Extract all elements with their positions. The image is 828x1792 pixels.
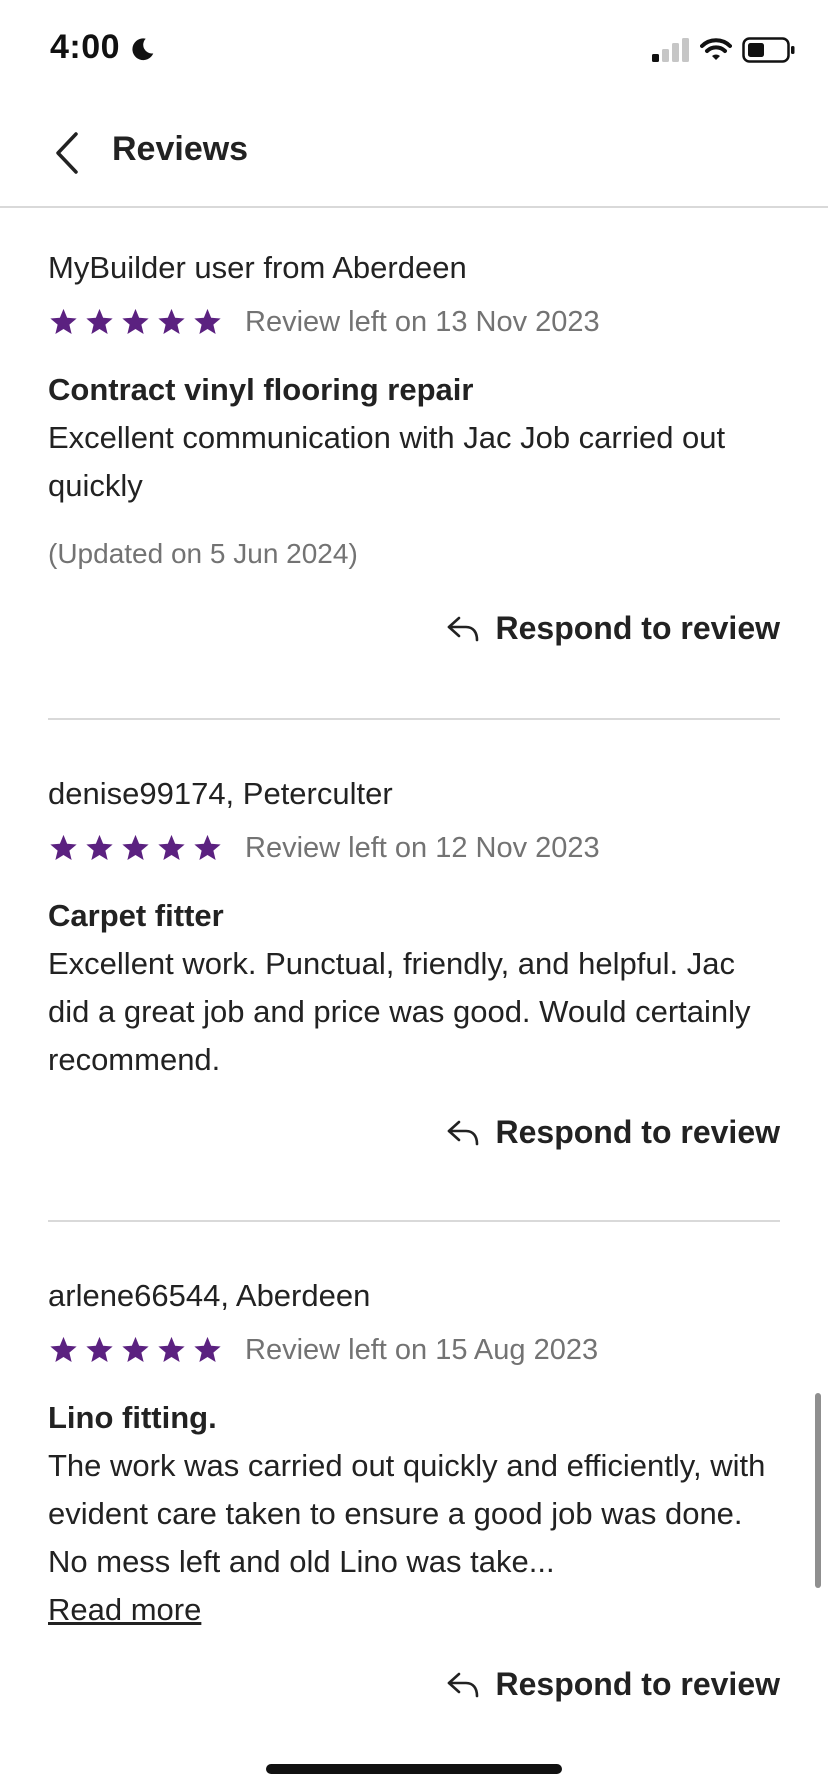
- header: Reviews: [0, 100, 828, 208]
- reviewer-name: denise99174, Peterculter: [48, 776, 393, 811]
- review-card: denise99174, Peterculter Review left on …: [48, 774, 780, 1164]
- star-icon: [50, 1336, 77, 1362]
- review-text: The work was carried out quickly and eff…: [48, 1448, 766, 1579]
- signal-icon: [652, 38, 690, 67]
- star-icon: [50, 834, 77, 860]
- rating-row: Review left on 13 Nov 2023: [48, 302, 780, 342]
- respond-to-review-button[interactable]: Respond to review: [446, 1666, 781, 1703]
- star-rating: [48, 1335, 223, 1365]
- star-icon: [158, 308, 185, 334]
- reply-icon: [447, 616, 478, 641]
- respond-label: Respond to review: [495, 610, 781, 646]
- star-icon: [86, 308, 113, 334]
- divider: [48, 1220, 780, 1222]
- review-text: Excellent work. Punctual, friendly, and …: [48, 946, 751, 1077]
- moon-icon: [130, 36, 156, 67]
- divider: [48, 718, 780, 720]
- review-card: arlene66544, Aberdeen Review left on 15 …: [48, 1276, 780, 1716]
- star-icon: [194, 308, 221, 334]
- star-icon: [86, 1336, 113, 1362]
- star-icon: [158, 834, 185, 860]
- chevron-left-icon: [56, 132, 78, 174]
- respond-to-review-button[interactable]: Respond to review: [446, 1114, 781, 1151]
- reply-icon: [447, 1672, 478, 1697]
- scrollbar[interactable]: [815, 1393, 821, 1588]
- respond-row: Respond to review: [48, 1666, 780, 1716]
- respond-label: Respond to review: [495, 1666, 781, 1702]
- star-icon: [86, 834, 113, 860]
- review-date: Review left on 15 Aug 2023: [245, 1333, 599, 1366]
- star-icon: [158, 1336, 185, 1362]
- star-icon: [194, 1336, 221, 1362]
- job-title: Lino fitting.: [48, 1400, 217, 1435]
- respond-row: Respond to review: [48, 1114, 780, 1164]
- star-icon: [194, 834, 221, 860]
- reviewer-name: arlene66544, Aberdeen: [48, 1278, 371, 1313]
- star-rating: [48, 833, 223, 863]
- review-card: MyBuilder user from Aberdeen Review left…: [48, 248, 780, 660]
- home-indicator[interactable]: [266, 1764, 562, 1774]
- reviewer-name: MyBuilder user from Aberdeen: [48, 250, 467, 285]
- star-icon: [122, 308, 149, 334]
- status-bar: 4:00: [0, 0, 828, 100]
- star-icon: [122, 1336, 149, 1362]
- job-title: Carpet fitter: [48, 898, 224, 933]
- star-icon: [50, 308, 77, 334]
- review-date: Review left on 13 Nov 2023: [245, 305, 600, 338]
- rating-row: Review left on 12 Nov 2023: [48, 828, 780, 868]
- rating-row: Review left on 15 Aug 2023: [48, 1330, 780, 1370]
- respond-label: Respond to review: [495, 1114, 781, 1150]
- page-title: Reviews: [112, 130, 249, 168]
- back-button[interactable]: [48, 128, 88, 178]
- respond-row: Respond to review: [48, 610, 780, 660]
- job-title: Contract vinyl flooring repair: [48, 372, 474, 407]
- star-rating: [48, 307, 223, 337]
- review-text: Excellent communication with Jac Job car…: [48, 420, 726, 503]
- battery-icon: [742, 37, 796, 68]
- respond-to-review-button[interactable]: Respond to review: [446, 610, 781, 647]
- read-more-link[interactable]: Read more: [48, 1586, 201, 1634]
- status-time: 4:00: [50, 28, 121, 66]
- updated-note: (Updated on 5 Jun 2024): [48, 538, 358, 569]
- reply-icon: [447, 1120, 478, 1145]
- review-date: Review left on 12 Nov 2023: [245, 831, 600, 864]
- wifi-icon: [700, 37, 732, 66]
- star-icon: [122, 834, 149, 860]
